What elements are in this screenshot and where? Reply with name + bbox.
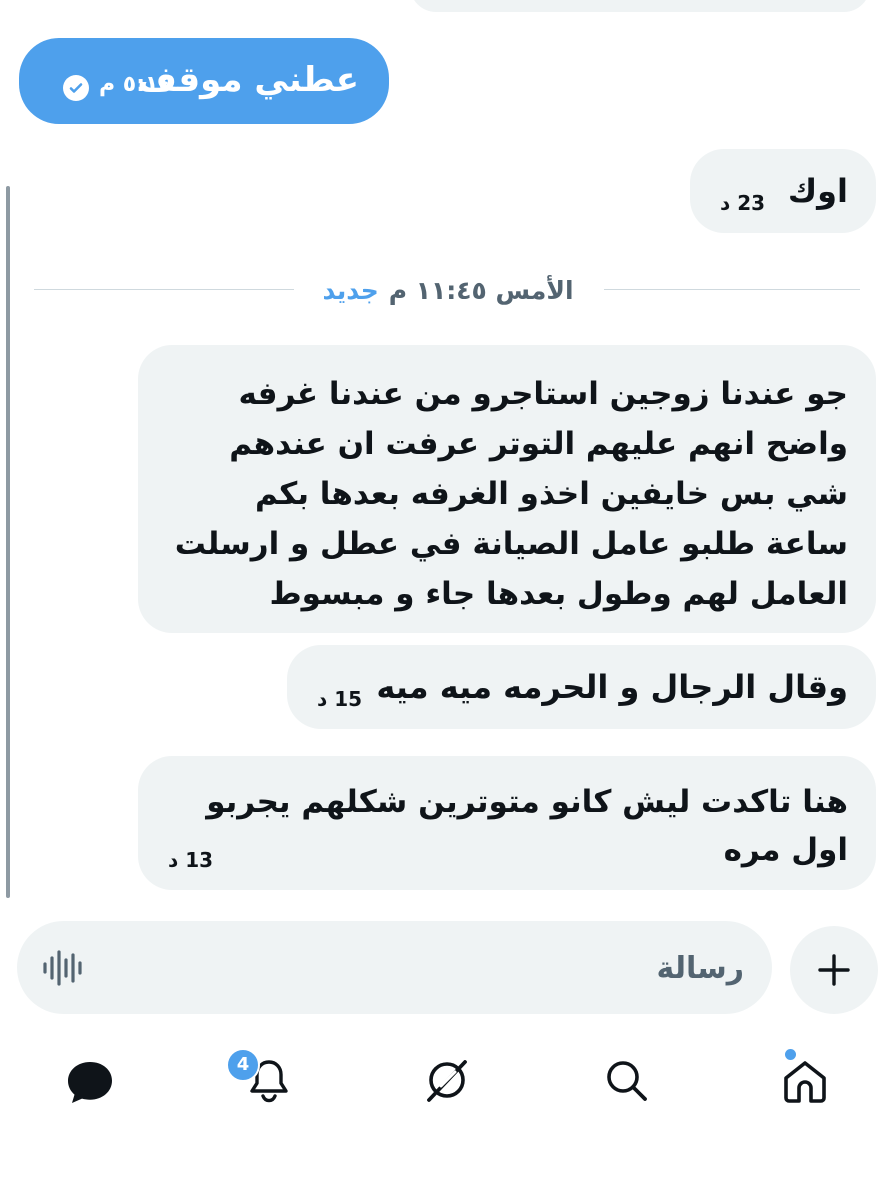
nav-search[interactable] [600,1054,652,1106]
message-time: 23 د [720,191,766,215]
previous-message-bubble [410,0,870,12]
plus-icon [818,954,850,986]
message-time: 13 د [168,848,214,872]
home-unread-dot [785,1049,796,1060]
scrollbar[interactable] [6,186,10,898]
message-text: اوك [787,172,848,210]
incoming-message-bubble[interactable]: هنا تاكدت ليش كانو متوترين شكلهم يجربو ا… [138,756,876,890]
incoming-message-bubble[interactable]: وقال الرجال و الحرمه ميه ميه 15 د [287,645,876,729]
notification-count-badge: 4 [226,1048,260,1082]
incoming-message-bubble[interactable]: جو عندنا زوجين استاجرو من عندنا غرفه واض… [138,345,876,633]
home-icon [784,1061,826,1103]
add-attachment-button[interactable] [790,926,878,1014]
sent-message-bubble[interactable]: عطني موقف ٥:١٤ م [19,38,389,124]
message-time: ٥:١٤ م [99,72,172,97]
message-text: هنا تاكدت ليش كانو متوترين شكلهم يجربو ا… [206,784,848,868]
incoming-message-bubble[interactable]: اوك 23 د [690,149,876,233]
nav-notifications[interactable]: 4 [226,1048,295,1106]
grok-icon [427,1060,467,1102]
bottom-navigation: 4 [0,1030,895,1200]
voice-message-icon[interactable] [41,949,83,987]
message-input[interactable] [107,941,746,995]
read-check-icon [63,75,89,101]
date-divider-line-right [604,289,860,290]
message-text: جو عندنا زوجين استاجرو من عندنا غرفه واض… [174,376,848,612]
nav-grok[interactable] [421,1054,473,1106]
message-text: وقال الرجال و الحرمه ميه ميه [376,668,848,706]
date-divider-label: الأمس ١١:٤٥ م [388,275,574,305]
date-divider: الأمس ١١:٤٥ م جديد [300,272,596,308]
nav-home[interactable] [779,1049,831,1106]
messages-icon [68,1062,112,1103]
message-composer[interactable] [17,921,772,1014]
date-divider-line-left [34,289,294,290]
new-messages-label: جديد [322,275,379,305]
message-time: 15 د [317,687,363,711]
search-icon [607,1061,647,1101]
nav-messages[interactable] [64,1056,116,1108]
